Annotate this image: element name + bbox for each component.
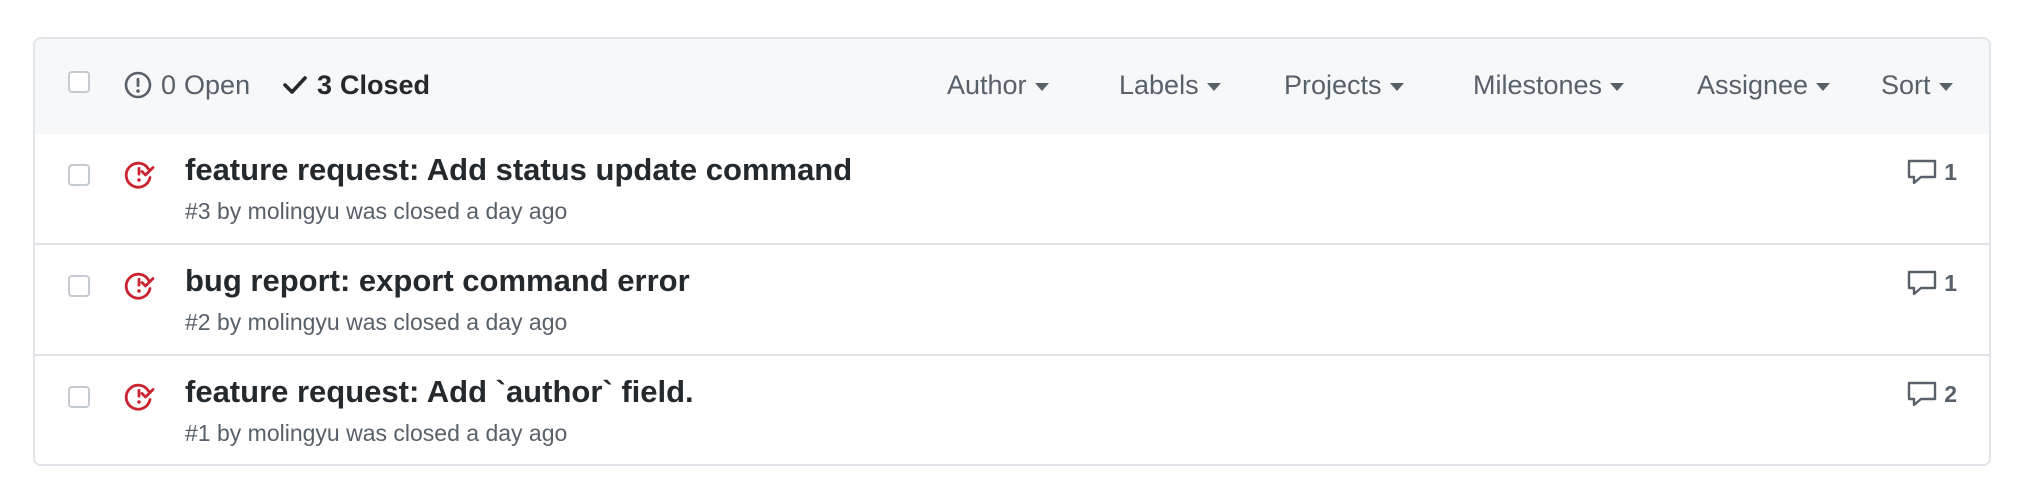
filter-sort-dropdown[interactable]: Sort <box>1881 67 1953 103</box>
closed-label: Closed <box>340 69 431 100</box>
issue-closed-icon <box>124 383 155 411</box>
comment-icon <box>1908 381 1937 407</box>
issues-list-header: 0 Open 3 Closed Author Labels Projects M… <box>35 39 1989 136</box>
issue-meta: #1 by molingyu was closed a day ago <box>185 420 568 446</box>
filter-author-label: Author <box>947 69 1027 100</box>
issue-comment-count: 2 <box>1944 380 1957 407</box>
comment-icon <box>1908 270 1937 296</box>
filter-projects-label: Projects <box>1284 69 1382 100</box>
closed-issues-tab[interactable]: 3 Closed <box>281 67 430 103</box>
filter-labels-dropdown[interactable]: Labels <box>1119 67 1221 103</box>
issue-comments-link[interactable]: 1 <box>1906 158 1957 186</box>
closed-count: 3 <box>317 69 333 100</box>
caret-down-icon <box>1389 82 1404 91</box>
caret-down-icon <box>1610 82 1625 91</box>
issue-comment-count: 1 <box>1944 269 1957 296</box>
caret-down-icon <box>1206 82 1221 91</box>
issue-checkbox[interactable] <box>68 164 90 186</box>
issue-title-link[interactable]: feature request: Add `author` field. <box>185 374 694 410</box>
caret-down-icon <box>1938 82 1953 91</box>
caret-down-icon <box>1034 82 1049 91</box>
issue-row[interactable]: bug report: export command error #2 by m… <box>35 245 1989 356</box>
filter-milestones-dropdown[interactable]: Milestones <box>1473 67 1625 103</box>
issue-title-link[interactable]: feature request: Add status update comma… <box>185 152 852 188</box>
issue-closed-icon <box>124 272 155 300</box>
issues-list-box: 0 Open 3 Closed Author Labels Projects M… <box>33 37 1991 466</box>
issue-row[interactable]: feature request: Add status update comma… <box>35 134 1989 245</box>
issue-comment-count: 1 <box>1944 158 1957 185</box>
issue-meta: #3 by molingyu was closed a day ago <box>185 198 568 224</box>
issue-comments-link[interactable]: 2 <box>1906 380 1957 408</box>
issue-opened-icon <box>124 71 152 99</box>
open-issues-tab[interactable]: 0 Open <box>123 67 250 103</box>
open-count: 0 <box>161 69 177 100</box>
issue-checkbox[interactable] <box>68 386 90 408</box>
filter-projects-dropdown[interactable]: Projects <box>1284 67 1404 103</box>
open-label: Open <box>184 69 251 100</box>
issue-checkbox[interactable] <box>68 275 90 297</box>
issue-meta: #2 by molingyu was closed a day ago <box>185 309 568 335</box>
issue-comments-link[interactable]: 1 <box>1906 269 1957 297</box>
filter-sort-label: Sort <box>1881 69 1931 100</box>
filter-milestones-label: Milestones <box>1473 69 1603 100</box>
filter-author-dropdown[interactable]: Author <box>947 67 1049 103</box>
select-all-checkbox[interactable] <box>68 71 90 93</box>
issue-title-link[interactable]: bug report: export command error <box>185 263 690 299</box>
caret-down-icon <box>1816 82 1831 91</box>
filter-assignee-dropdown[interactable]: Assignee <box>1697 67 1831 103</box>
filter-labels-label: Labels <box>1119 69 1199 100</box>
filter-assignee-label: Assignee <box>1697 69 1809 100</box>
issue-closed-icon <box>124 161 155 189</box>
comment-icon <box>1908 159 1937 185</box>
check-icon <box>283 76 307 94</box>
issue-row[interactable]: feature request: Add `author` field. #1 … <box>35 356 1989 464</box>
